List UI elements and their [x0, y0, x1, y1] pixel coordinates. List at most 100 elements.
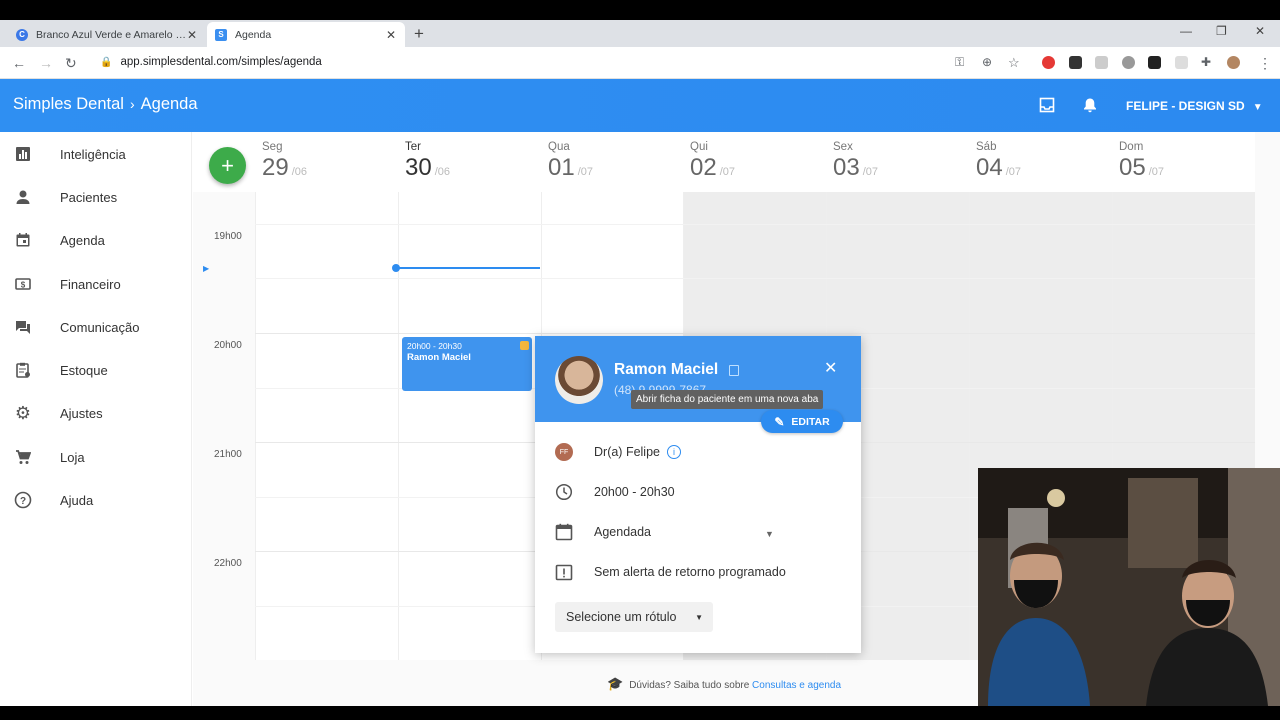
clock-icon [555, 483, 573, 501]
open-new-tab-icon[interactable] [729, 365, 739, 376]
extension-icon[interactable] [1095, 56, 1108, 69]
day-header-ter[interactable]: Ter 30/06 [398, 132, 541, 192]
day-column-ter[interactable] [398, 192, 541, 660]
new-tab-button[interactable]: + [414, 24, 424, 44]
patient-name[interactable]: Ramon Maciel [614, 361, 718, 379]
back-icon[interactable]: ← [12, 55, 26, 71]
day-column-seg[interactable] [255, 192, 398, 660]
label-select-text: Selecione um rótulo [566, 610, 677, 624]
zoom-icon[interactable]: ⊕ [982, 55, 992, 69]
day-name: Qua [548, 141, 570, 153]
simples-dental-favicon-icon: S [215, 28, 227, 41]
appointment-time: 20h00 - 20h30 [407, 341, 462, 351]
day-name: Ter [405, 141, 421, 153]
sidebar-item-ajuda[interactable]: ? Ajuda [0, 485, 192, 515]
reload-icon[interactable]: ↻ [65, 55, 77, 72]
browser-tab-agenda[interactable]: S Agenda ✕ [207, 22, 405, 47]
help-icon: ? [14, 491, 32, 509]
close-tab-icon[interactable]: ✕ [385, 28, 397, 42]
hour-label: 20h00 [214, 340, 242, 351]
sidebar-item-inteligencia[interactable]: Inteligência [0, 139, 192, 169]
day-number: 30 [405, 154, 432, 181]
sidebar-item-comunicacao[interactable]: Comunicação [0, 312, 192, 342]
forward-icon[interactable]: → [39, 55, 53, 71]
webcam-overlay [978, 468, 1280, 706]
appointment-card[interactable]: 20h00 - 20h30 Ramon Maciel [402, 337, 532, 391]
user-menu[interactable]: FELIPE - DESIGN SD ▼ [1126, 99, 1263, 113]
minimize-icon[interactable]: — [1180, 24, 1192, 38]
sidebar-item-pacientes[interactable]: Pacientes [0, 182, 192, 212]
info-icon[interactable]: i [667, 445, 681, 459]
extension-icon[interactable] [1148, 56, 1161, 69]
sidebar-item-loja[interactable]: Loja [0, 442, 192, 472]
close-icon[interactable]: ✕ [824, 358, 837, 378]
day-number: 04 [976, 154, 1003, 181]
add-appointment-button[interactable]: + [209, 147, 246, 184]
sidebar-item-label: Comunicação [60, 319, 140, 335]
puzzle-icon[interactable]: ✚ [1201, 55, 1211, 69]
breadcrumb: Simples Dental › Agenda [13, 95, 198, 114]
close-window-icon[interactable]: ✕ [1255, 24, 1265, 38]
calendar-icon [555, 523, 573, 541]
svg-text:?: ? [20, 496, 26, 507]
url-text: app.simplesdental.com/simples/agenda [120, 56, 322, 68]
now-marker-icon: ▶ [203, 264, 210, 273]
label-select[interactable]: Selecione um rótulo ▼ [555, 602, 713, 632]
day-header-sex[interactable]: Sex 03/07 [826, 132, 969, 192]
day-header-qua[interactable]: Qua 01/07 [541, 132, 684, 192]
day-header-qui[interactable]: Qui 02/07 [683, 132, 826, 192]
svg-text:$: $ [21, 281, 26, 290]
url-field[interactable]: 🔒 app.simplesdental.com/simples/agenda [100, 56, 322, 68]
restore-icon[interactable]: ❐ [1216, 24, 1227, 38]
day-month: /06 [291, 166, 307, 178]
patient-avatar [555, 356, 603, 404]
day-name: Seg [262, 141, 283, 153]
kebab-menu-icon[interactable]: ⋮ [1258, 55, 1272, 72]
current-time-line [397, 267, 540, 269]
tooltip: Abrir ficha do paciente em uma nova aba [631, 390, 824, 409]
inbox-icon[interactable] [1039, 97, 1055, 113]
extension-icon[interactable] [1069, 56, 1082, 69]
profile-avatar[interactable] [1227, 56, 1240, 69]
doctor-name: Dr(a) Felipe [594, 445, 660, 459]
bell-icon[interactable] [1082, 97, 1098, 113]
day-header-seg[interactable]: Seg 29/06 [255, 132, 398, 192]
day-month: /06 [434, 166, 450, 178]
chat-icon [14, 318, 32, 336]
day-header-sab[interactable]: Sáb 04/07 [969, 132, 1112, 192]
sidebar-item-financeiro[interactable]: $ Financeiro [0, 269, 192, 299]
day-month: /07 [1005, 166, 1021, 178]
clipboard-icon [14, 361, 32, 379]
appointment-popup: Ramon Maciel (48) 9 9999-7867 ✕ ✎EDITAR … [535, 336, 861, 653]
webcam-image [978, 468, 1280, 706]
day-month: /07 [862, 166, 878, 178]
help-link[interactable]: Consultas e agenda [752, 680, 841, 691]
bar-chart-icon [14, 145, 32, 163]
calendar-icon [14, 231, 32, 249]
day-header-dom[interactable]: Dom 05/07 [1112, 132, 1255, 192]
appointment-time: 20h00 - 20h30 [594, 485, 675, 499]
sidebar-item-estoque[interactable]: Estoque [0, 355, 192, 385]
star-icon[interactable]: ☆ [1008, 55, 1020, 71]
edit-button[interactable]: ✎ EDITAR [761, 410, 843, 433]
extension-icon[interactable] [1122, 56, 1135, 69]
bottom-letterbox [0, 706, 1280, 720]
close-tab-icon[interactable]: ✕ [186, 28, 198, 42]
status-select: Agendada [594, 525, 652, 539]
current-time-dot [392, 264, 400, 272]
sidebar-item-agenda[interactable]: Agenda [0, 225, 192, 255]
graduation-cap-icon: 🎓 [607, 676, 624, 691]
day-name: Sáb [976, 141, 997, 153]
sidebar-item-ajustes[interactable]: ⚙ Ajustes [0, 398, 192, 428]
brand-link[interactable]: Simples Dental [13, 95, 124, 113]
extension-icon[interactable] [1042, 56, 1055, 69]
browser-tab-1[interactable]: C Branco Azul Verde e Amarelo M… ✕ [8, 22, 206, 47]
lock-icon: 🔒 [100, 57, 113, 68]
help-text: Dúvidas? Saiba tudo sobre [629, 680, 753, 691]
status-dropdown-icon[interactable]: ▼ [765, 529, 774, 539]
canva-favicon-icon: C [16, 28, 28, 41]
extension-icon[interactable] [1175, 56, 1188, 69]
day-month: /07 [719, 166, 735, 178]
hour-label: 22h00 [214, 558, 242, 569]
key-icon[interactable]: ⚿ [955, 55, 964, 70]
